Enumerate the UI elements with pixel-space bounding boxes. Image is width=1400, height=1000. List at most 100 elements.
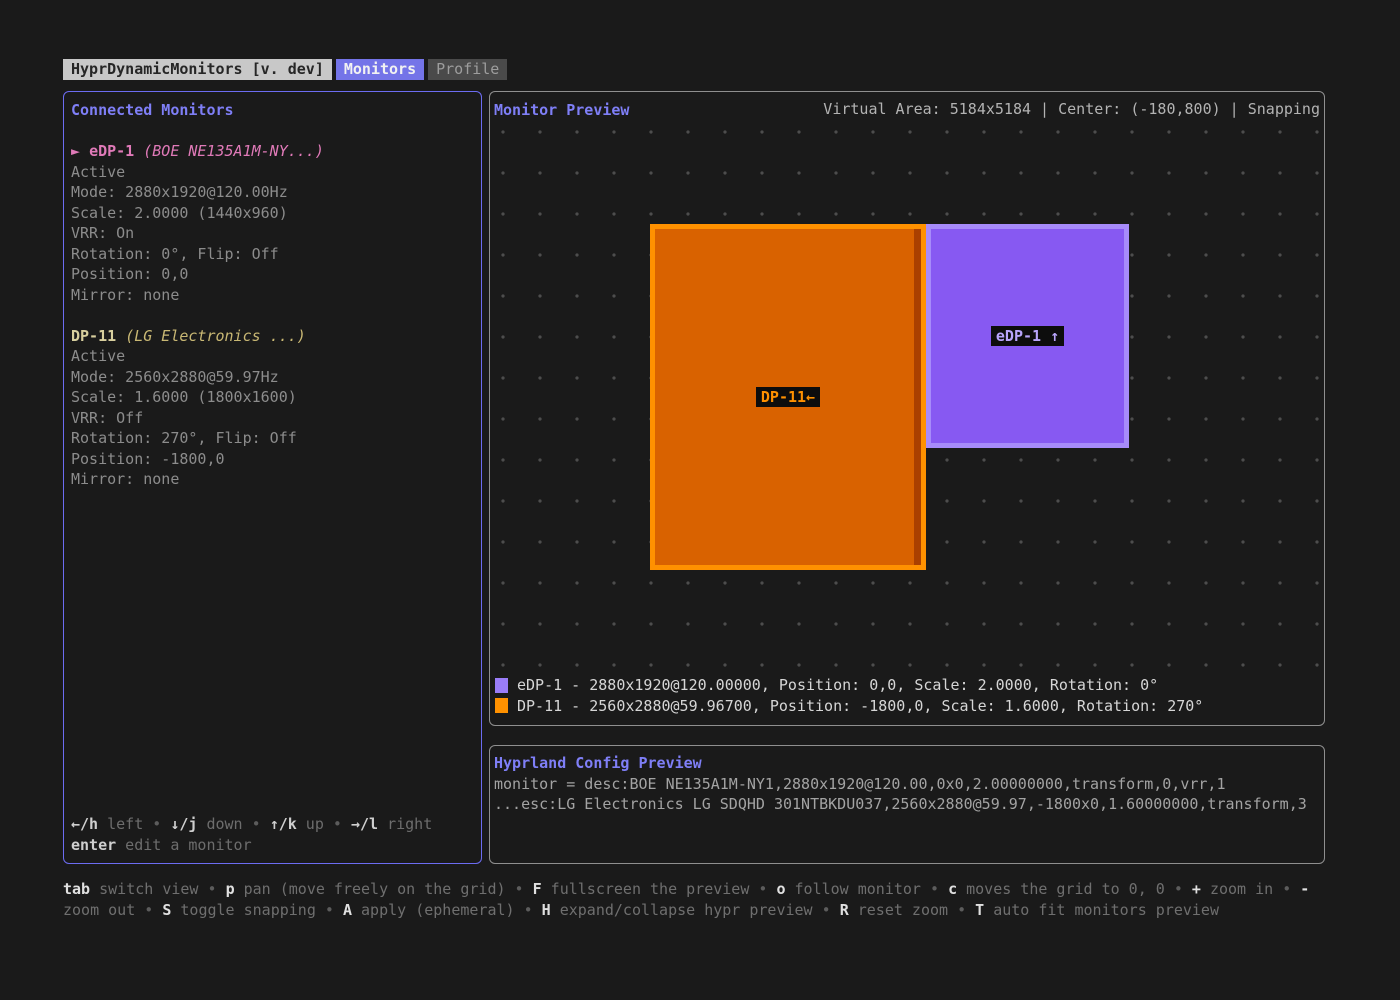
help-separator: • bbox=[515, 901, 542, 919]
monitor-scale: Scale: 1.6000 (1800x1600) bbox=[71, 387, 473, 408]
help-key: tab bbox=[63, 880, 90, 898]
legend-swatch-dp11 bbox=[495, 698, 508, 713]
app-title-tab: HyprDynamicMonitors [v. dev] bbox=[63, 59, 332, 80]
monitor-list-help-line-2: enter edit a monitor bbox=[71, 835, 473, 856]
monitor-header: DP-11 (LG Electronics ...) bbox=[71, 326, 473, 347]
help-key: o bbox=[776, 880, 785, 898]
help-separator: • bbox=[316, 901, 343, 919]
monitor-mirror: Mirror: none bbox=[71, 469, 473, 490]
config-line-2: ...esc:LG Electronics LG SDQHD 301NTBKDU… bbox=[494, 794, 1320, 815]
legend-row-edp1: eDP-1 - 2880x1920@120.00000, Position: 0… bbox=[495, 675, 1203, 696]
config-title: Hyprland Config Preview bbox=[494, 753, 1320, 774]
connected-monitors-title: Connected Monitors bbox=[71, 100, 473, 121]
monitor-rect-edp1[interactable]: eDP-1 ↑ bbox=[926, 224, 1129, 448]
help-desc: fullscreen the preview bbox=[542, 880, 750, 898]
help-key: T bbox=[975, 901, 984, 919]
help-desc: reset zoom bbox=[849, 901, 948, 919]
monitor-preview-panel: Monitor Preview Virtual Area: 5184x5184 … bbox=[489, 91, 1325, 726]
help-key: - bbox=[1300, 880, 1309, 898]
legend-swatch-edp1 bbox=[495, 678, 508, 693]
help-separator: • bbox=[135, 901, 162, 919]
help-desc: apply (ephemeral) bbox=[352, 901, 515, 919]
help-key: p bbox=[226, 880, 235, 898]
monitor-status: Active bbox=[71, 346, 473, 367]
monitor-scale: Scale: 2.0000 (1440x960) bbox=[71, 203, 473, 224]
monitor-name: eDP-1 bbox=[89, 142, 134, 160]
help-desc: down bbox=[197, 815, 242, 833]
help-separator: • bbox=[506, 880, 533, 898]
help-key: H bbox=[542, 901, 551, 919]
selected-marker-icon: ► bbox=[71, 142, 89, 160]
help-key: ↑/k bbox=[270, 815, 297, 833]
help-desc: pan (move freely on the grid) bbox=[235, 880, 506, 898]
preview-meta: Virtual Area: 5184x5184 | Center: (-180,… bbox=[823, 100, 1320, 121]
config-line-1: monitor = desc:BOE NE135A1M-NY1,2880x192… bbox=[494, 774, 1320, 795]
help-key: A bbox=[343, 901, 352, 919]
hyprland-config-panel: Hyprland Config Preview monitor = desc:B… bbox=[489, 745, 1325, 864]
monitor-position: Position: 0,0 bbox=[71, 264, 473, 285]
help-desc: switch view bbox=[90, 880, 198, 898]
monitor-vrr: VRR: Off bbox=[71, 408, 473, 429]
help-key: enter bbox=[71, 836, 116, 854]
help-separator: • bbox=[1273, 880, 1300, 898]
tab-bar: HyprDynamicMonitors [v. dev] Monitors Pr… bbox=[63, 59, 507, 80]
help-desc: left bbox=[98, 815, 143, 833]
tab-monitors[interactable]: Monitors bbox=[336, 59, 424, 80]
help-key: + bbox=[1192, 880, 1201, 898]
monitor-mirror: Mirror: none bbox=[71, 285, 473, 306]
help-desc: auto fit monitors preview bbox=[984, 901, 1219, 919]
help-separator: • bbox=[813, 901, 840, 919]
help-separator: • bbox=[324, 815, 351, 833]
help-separator: • bbox=[921, 880, 948, 898]
connected-monitors-panel: Connected Monitors ► eDP-1 (BOE NE135A1M… bbox=[63, 91, 482, 864]
monitor-description: (BOE NE135A1M-NY...) bbox=[143, 142, 324, 160]
help-separator: • bbox=[243, 815, 270, 833]
help-desc: up bbox=[297, 815, 324, 833]
help-separator: • bbox=[749, 880, 776, 898]
spacer bbox=[71, 490, 473, 815]
tab-profile[interactable]: Profile bbox=[428, 59, 507, 80]
help-key: F bbox=[533, 880, 542, 898]
monitor-list-help: ←/h left • ↓/j down • ↑/k up • →/l right… bbox=[71, 814, 473, 855]
monitor-description: (LG Electronics ...) bbox=[125, 327, 306, 345]
help-desc: moves the grid to 0, 0 bbox=[957, 880, 1165, 898]
monitor-rect-label-dp11: DP-11← bbox=[756, 387, 820, 407]
help-desc: zoom out bbox=[63, 901, 135, 919]
help-key: R bbox=[840, 901, 849, 919]
help-desc: follow monitor bbox=[786, 880, 921, 898]
help-desc: expand/collapse hypr preview bbox=[551, 901, 813, 919]
monitor-position: Position: -1800,0 bbox=[71, 449, 473, 470]
legend-text-dp11: DP-11 - 2560x2880@59.96700, Position: -1… bbox=[517, 697, 1203, 715]
monitor-header: ► eDP-1 (BOE NE135A1M-NY...) bbox=[71, 141, 473, 162]
monitor-list-item-dp11[interactable]: DP-11 (LG Electronics ...) Active Mode: … bbox=[71, 326, 473, 490]
monitor-rotation: Rotation: 270°, Flip: Off bbox=[71, 428, 473, 449]
help-desc: zoom in bbox=[1201, 880, 1273, 898]
help-separator: • bbox=[143, 815, 170, 833]
help-key: ←/h bbox=[71, 815, 98, 833]
help-separator: • bbox=[198, 880, 225, 898]
help-key: →/l bbox=[351, 815, 378, 833]
legend-text-edp1: eDP-1 - 2880x1920@120.00000, Position: 0… bbox=[517, 676, 1158, 694]
help-desc: edit a monitor bbox=[116, 836, 251, 854]
monitor-rect-label-edp1: eDP-1 ↑ bbox=[991, 326, 1064, 346]
monitor-list-help-line-1: ←/h left • ↓/j down • ↑/k up • →/l right bbox=[71, 814, 473, 835]
help-desc: toggle snapping bbox=[171, 901, 316, 919]
monitor-vrr: VRR: On bbox=[71, 223, 473, 244]
help-separator: • bbox=[1165, 880, 1192, 898]
preview-title: Monitor Preview bbox=[494, 100, 629, 121]
help-bar: tab switch view • p pan (move freely on … bbox=[63, 879, 1339, 921]
monitor-list-item-edp1[interactable]: ► eDP-1 (BOE NE135A1M-NY...) Active Mode… bbox=[71, 141, 473, 305]
monitor-mode: Mode: 2560x2880@59.97Hz bbox=[71, 367, 473, 388]
monitor-mode: Mode: 2880x1920@120.00Hz bbox=[71, 182, 473, 203]
help-desc: right bbox=[378, 815, 432, 833]
monitor-rotation: Rotation: 0°, Flip: Off bbox=[71, 244, 473, 265]
help-key: c bbox=[948, 880, 957, 898]
monitor-status: Active bbox=[71, 162, 473, 183]
help-separator: • bbox=[948, 901, 975, 919]
preview-legend: eDP-1 - 2880x1920@120.00000, Position: 0… bbox=[495, 675, 1203, 716]
monitor-rect-dp11[interactable]: DP-11← bbox=[650, 224, 926, 570]
legend-row-dp11: DP-11 - 2560x2880@59.96700, Position: -1… bbox=[495, 696, 1203, 717]
monitor-name: DP-11 bbox=[71, 327, 116, 345]
preview-header: Monitor Preview Virtual Area: 5184x5184 … bbox=[490, 92, 1324, 121]
help-key: ↓/j bbox=[170, 815, 197, 833]
